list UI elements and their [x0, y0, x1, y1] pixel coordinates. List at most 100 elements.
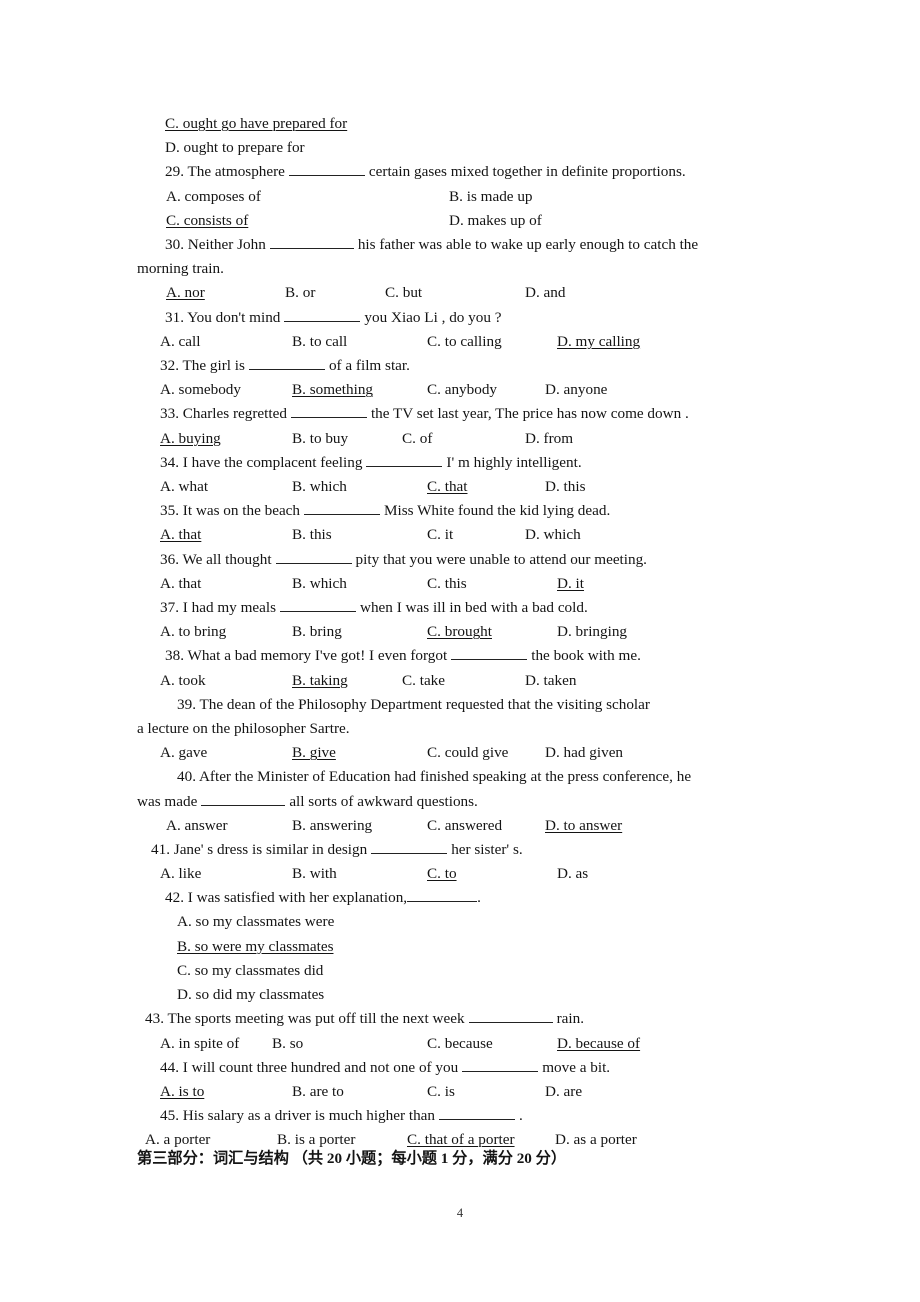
stem-text: 44. I will count three hundred and not o…	[160, 1058, 459, 1076]
answer-blank	[248, 357, 325, 370]
options-row-35: A. that B. this C. it D. which	[137, 523, 783, 547]
option-d: D. which	[525, 526, 581, 544]
question-stem-45: 45. His salary as a driver is much highe…	[137, 1104, 783, 1128]
stem-text: Miss White found the kid lying dead.	[384, 502, 611, 520]
stem-text: 41. Jane' s dress is similar in design	[151, 840, 368, 858]
option-c: C. anybody	[427, 381, 498, 399]
option-c: C. because	[427, 1034, 493, 1052]
option-b: B. which	[292, 477, 347, 495]
answer-blank	[304, 502, 381, 516]
options-row-39: A. gave B. give C. could give D. had giv…	[137, 741, 783, 765]
question-stem-41: 41. Jane' s dress is similar in design he…	[137, 838, 783, 862]
option-c: C. this	[427, 574, 467, 592]
stem-tail: morning train.	[137, 260, 224, 278]
answer-blank	[451, 647, 528, 661]
question-stem-29: 29. The atmosphere certain gases mixed to…	[137, 160, 783, 184]
option-c: C. to calling	[427, 332, 502, 350]
option-d: D. my calling	[557, 332, 641, 350]
question-stem-33: 33. Charles regretted the TV set last yea…	[137, 402, 783, 426]
answer-blank	[290, 405, 367, 419]
options-row-29a: A. composes of B. is made up	[137, 185, 783, 209]
stem-text: 30. Neither John	[165, 235, 266, 253]
stem-text: 45. His salary as a driver is much highe…	[160, 1107, 435, 1125]
question-stem-30: 30. Neither John his father was able to w…	[137, 233, 783, 281]
option-b: B. give	[292, 744, 336, 762]
option-b: B. this	[292, 526, 332, 544]
stem-text: her sister' s.	[451, 840, 523, 858]
option-label: D. ought to prepare for	[165, 139, 305, 157]
option-d: D. and	[525, 284, 566, 302]
option-d: D. from	[525, 429, 574, 447]
options-row-38: A. took B. taking C. take D. taken	[137, 669, 783, 693]
options-row-34: A. what B. which C. that D. this	[137, 475, 783, 499]
option-c: C. to	[427, 865, 457, 883]
option-d: D. taken	[525, 671, 577, 689]
option-c: C. take	[402, 671, 446, 689]
stem-text: .	[477, 889, 481, 907]
option-b: B. which	[292, 574, 347, 592]
options-row-44: A. is to B. are to C. is D. are	[137, 1080, 783, 1104]
option-d: D. so did my classmates	[177, 986, 325, 1004]
option-a: A. is to	[160, 1082, 205, 1100]
stem-text: 29. The atmosphere	[165, 163, 285, 181]
option-a: A. buying	[160, 429, 221, 447]
question-stem-40: 40. After the Minister of Education had …	[137, 765, 783, 789]
stem-text: pity that you were unable to attend our …	[355, 550, 647, 568]
question-stem-31: 31. You don't mind you Xiao Li , do you ?	[137, 306, 783, 330]
option-d: D. it	[557, 574, 585, 592]
stem-text: 43. The sports meeting was put off till …	[145, 1010, 465, 1028]
stem-text: 35. It was on the beach	[160, 502, 301, 520]
option-c: C. is	[427, 1082, 455, 1100]
option-d: D. anyone	[545, 381, 608, 399]
stem-text: 34. I have the complacent feeling	[160, 453, 363, 471]
answer-blank	[366, 454, 443, 467]
option-a: A. answer	[166, 816, 228, 834]
option-a: A. that	[160, 526, 202, 544]
option-c: C. consists of	[166, 211, 249, 229]
option-c: C. but	[385, 284, 423, 302]
question-stem-40-tail: was made all sorts of awkward questions.	[137, 790, 783, 814]
answer-blank	[201, 793, 286, 806]
question-stem-36: 36. We all thought pity that you were una…	[137, 548, 783, 572]
stem-text: the TV set last year, The price has now …	[370, 405, 689, 423]
option-b: B. to call	[292, 332, 348, 350]
option-label: C. ought go have prepared for	[165, 115, 348, 132]
stem-text: when I was ill in bed with a bad cold.	[360, 598, 588, 616]
question-stem-42: 42. I was satisfied with her explanation…	[137, 886, 783, 910]
stem-text: 33. Charles regretted	[160, 405, 287, 423]
option-a: A. somebody	[160, 381, 241, 399]
option-c: C. of	[402, 429, 433, 447]
stem-text: 38. What a bad memory I've got! I even f…	[165, 647, 448, 665]
options-row-30: A. nor B. or C. but D. and	[137, 281, 783, 305]
exam-page: C. ought go have prepared for D. ought t…	[0, 0, 920, 1302]
options-row-33: A. buying B. to buy C. of D. from	[137, 427, 783, 451]
option-d: D. to answer	[545, 816, 623, 834]
option-a: A. call	[160, 332, 201, 350]
question-stem-43: 43. The sports meeting was put off till …	[137, 1007, 783, 1031]
option-d: D. had given	[545, 744, 624, 762]
stem-text: certain gases mixed together in definite…	[368, 163, 686, 181]
option-c: C. brought	[427, 623, 492, 641]
question-stem-34: 34. I have the complacent feeling I' m hi…	[137, 451, 783, 475]
question-stem-44: 44. I will count three hundred and not o…	[137, 1056, 783, 1080]
stem-text: all sorts of awkward questions.	[289, 792, 478, 810]
question-stem-38: 38. What a bad memory I've got! I even f…	[137, 644, 783, 668]
stem-text: you Xiao Li , do you ?	[364, 308, 502, 326]
option-d: D. are	[545, 1082, 583, 1100]
option-c: C. answered	[427, 816, 503, 834]
question-stem-39: 39. The dean of the Philosophy Departmen…	[137, 693, 783, 741]
options-row-40: A. answer B. answering C. answered D. to…	[137, 814, 783, 838]
stem-text: the book with me.	[531, 647, 641, 665]
option-b: B. something	[292, 381, 374, 399]
stem-text: his father was able to wake up early eno…	[357, 235, 699, 253]
option-d: D. makes up of	[449, 211, 542, 229]
stem-text: move a bit.	[542, 1058, 611, 1076]
option-d: D. as a porter	[555, 1131, 637, 1149]
option-line: C. ought go have prepared for	[137, 112, 783, 136]
option-b: B. with	[292, 865, 337, 883]
stem-text: .	[519, 1107, 523, 1125]
option-b: B. so	[272, 1034, 304, 1052]
options-row-32: A. somebody B. something C. anybody D. a…	[137, 378, 783, 402]
answer-blank	[288, 163, 365, 177]
stem-text: was made	[137, 792, 198, 810]
